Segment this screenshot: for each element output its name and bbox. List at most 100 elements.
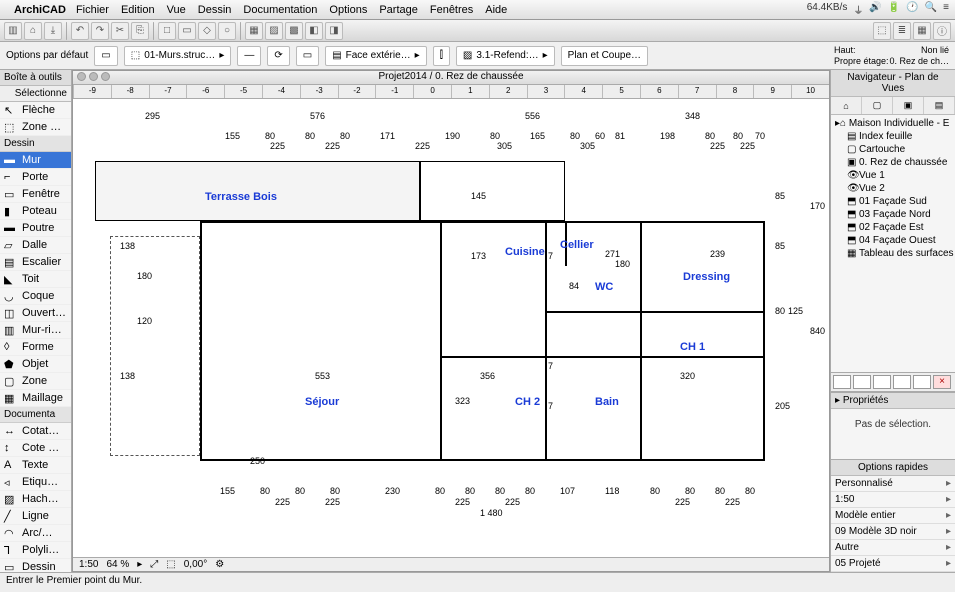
tb-i[interactable]: ◨ [325,22,343,40]
quick-scale[interactable]: 1:50▸ [831,492,955,508]
tool-texte[interactable]: ATexte [0,457,71,474]
tool-arc[interactable]: ◠Arc/… [0,525,71,542]
tool-porte[interactable]: ⌐Porte [0,169,71,186]
tree-facade-sud[interactable]: ⬒01 Façade Sud [833,195,953,208]
tb-g[interactable]: ▩ [285,22,303,40]
window-min[interactable] [89,72,98,81]
tb-grid[interactable]: ▦ [913,22,931,40]
tool-ouvert[interactable]: ◫Ouvert… [0,305,71,322]
tb-f[interactable]: ▨ [265,22,283,40]
tool-coque[interactable]: ◡Coque [0,288,71,305]
opt-geometry[interactable]: ▭ [94,46,117,66]
status-gear-icon[interactable]: ⚙ [215,559,224,570]
volume-icon[interactable]: 🔊 [869,2,881,17]
cat-dessin[interactable]: Dessin [0,136,71,152]
opt-thickness[interactable]: ⫿ [433,46,450,66]
thumb-4[interactable] [893,375,911,389]
tree-facade-nord[interactable]: ⬒03 Façade Nord [833,208,953,221]
thumb-1[interactable] [833,375,851,389]
zoom-out-icon[interactable]: ▸ [137,559,142,570]
opt-line[interactable]: — [237,46,261,66]
tool-zone[interactable]: ▢Zone [0,373,71,390]
spotlight-icon[interactable]: 🔍 [925,2,937,17]
tb-3d[interactable]: ⬚ [873,22,891,40]
tool-cote[interactable]: ↕Cote … [0,440,71,457]
tool-fleche[interactable]: ↖Flèche [0,102,71,119]
tb-new[interactable]: ▥ [4,22,22,40]
wifi-icon[interactable]: ⏚ [853,2,863,17]
zoom-fit-icon[interactable]: ⤢ [150,559,158,570]
tool-zone-sel[interactable]: ⬚Zone … [0,119,71,136]
tb-copy[interactable]: ⎘ [131,22,149,40]
cat-doc[interactable]: Documenta [0,407,71,423]
tree-tableau[interactable]: ▦Tableau des surfaces [833,247,953,260]
tb-save[interactable]: ⤓ [44,22,62,40]
properties-title[interactable]: ▸ Propriétés [831,393,955,409]
tool-poteau[interactable]: ▮Poteau [0,203,71,220]
menu-fenetres[interactable]: Fenêtres [430,4,473,16]
quick-perso[interactable]: Personnalisé▸ [831,476,955,492]
nav-tab-2[interactable]: ▢ [862,97,893,114]
battery-icon[interactable]: 🔋 [888,2,900,17]
tb-a[interactable]: □ [158,22,176,40]
status-zoom[interactable]: 64 % [106,559,129,570]
window-max[interactable] [101,72,110,81]
opt-rotate[interactable]: ⟳ [267,46,289,66]
nav-tab-3[interactable]: ▣ [893,97,924,114]
tool-fenetre[interactable]: ▭Fenêtre [0,186,71,203]
opt-face[interactable]: ▤ Face extérie… ▸ [325,46,427,66]
tree-root[interactable]: ▸⌂ Maison Individuelle - E [833,117,953,130]
tb-b[interactable]: ▭ [178,22,196,40]
tb-e[interactable]: ▦ [245,22,263,40]
tool-poutre[interactable]: ▬Poutre [0,220,71,237]
tree-facade-est[interactable]: ⬒02 Façade Est [833,221,953,234]
tb-info[interactable]: ⓘ [933,22,951,40]
opt-layer[interactable]: ⬚ 01-Murs.struc… ▸ [124,46,232,66]
opt-composite[interactable]: ▨ 3.1-Refend:… ▸ [456,46,555,66]
opt-profile[interactable]: ▭ [296,46,319,66]
tree-rez[interactable]: ▣0. Rez de chaussée [833,156,953,169]
status-scale[interactable]: 1:50 [79,559,98,570]
tree-vue2[interactable]: 👁Vue 2 [833,182,953,195]
tool-polyli[interactable]: ⅂Polyli… [0,542,71,559]
tb-d[interactable]: ○ [218,22,236,40]
options-default-label[interactable]: Options par défaut [6,50,88,61]
status-angle[interactable]: 0,00° [184,559,207,570]
menu-options[interactable]: Options [329,4,367,16]
quick-autre[interactable]: Autre▸ [831,540,955,556]
thumb-delete[interactable]: × [933,375,951,389]
tool-ligne[interactable]: ╱Ligne [0,508,71,525]
tree-cartouche[interactable]: ▢Cartouche [833,143,953,156]
menu-edition[interactable]: Edition [121,4,155,16]
menu-fichier[interactable]: Fichier [76,4,109,16]
quick-model[interactable]: Modèle entier▸ [831,508,955,524]
tool-hach[interactable]: ▨Hach… [0,491,71,508]
tool-objet[interactable]: ⬟Objet [0,356,71,373]
tool-forme[interactable]: ◊Forme [0,339,71,356]
clock-icon[interactable]: 🕐 [906,2,918,17]
navigator-tree[interactable]: ▸⌂ Maison Individuelle - E ▤Index feuill… [831,115,955,372]
tool-dalle[interactable]: ▱Dalle [0,237,71,254]
zoom-real-icon[interactable]: ⬚ [166,559,175,570]
tb-undo[interactable]: ↶ [71,22,89,40]
tool-dessin[interactable]: ▭Dessin [0,559,71,572]
tb-redo[interactable]: ↷ [91,22,109,40]
quick-proj[interactable]: 05 Projeté▸ [831,556,955,572]
thumb-5[interactable] [913,375,931,389]
tool-etiqu[interactable]: ◃Etiqu… [0,474,71,491]
toolbox-select[interactable]: Sélectionne [0,86,71,102]
tb-layers[interactable]: ≣ [893,22,911,40]
tool-mur[interactable]: ▬Mur [0,152,71,169]
nav-tab-4[interactable]: ▤ [924,97,955,114]
quick-3d[interactable]: 09 Modèle 3D noir▸ [831,524,955,540]
tree-vue1[interactable]: 👁Vue 1 [833,169,953,182]
tree-facade-ouest[interactable]: ⬒04 Façade Ouest [833,234,953,247]
tb-cut[interactable]: ✂ [111,22,129,40]
opt-plancut[interactable]: Plan et Coupe… [561,46,648,66]
menu-dessin[interactable]: Dessin [198,4,232,16]
thumb-3[interactable] [873,375,891,389]
nav-tab-1[interactable]: ⌂ [831,97,862,114]
canvas[interactable]: 295 576 556 348 155 80 80 80 171 190 80 … [73,99,829,557]
tb-open[interactable]: ⌂ [24,22,42,40]
thumb-2[interactable] [853,375,871,389]
